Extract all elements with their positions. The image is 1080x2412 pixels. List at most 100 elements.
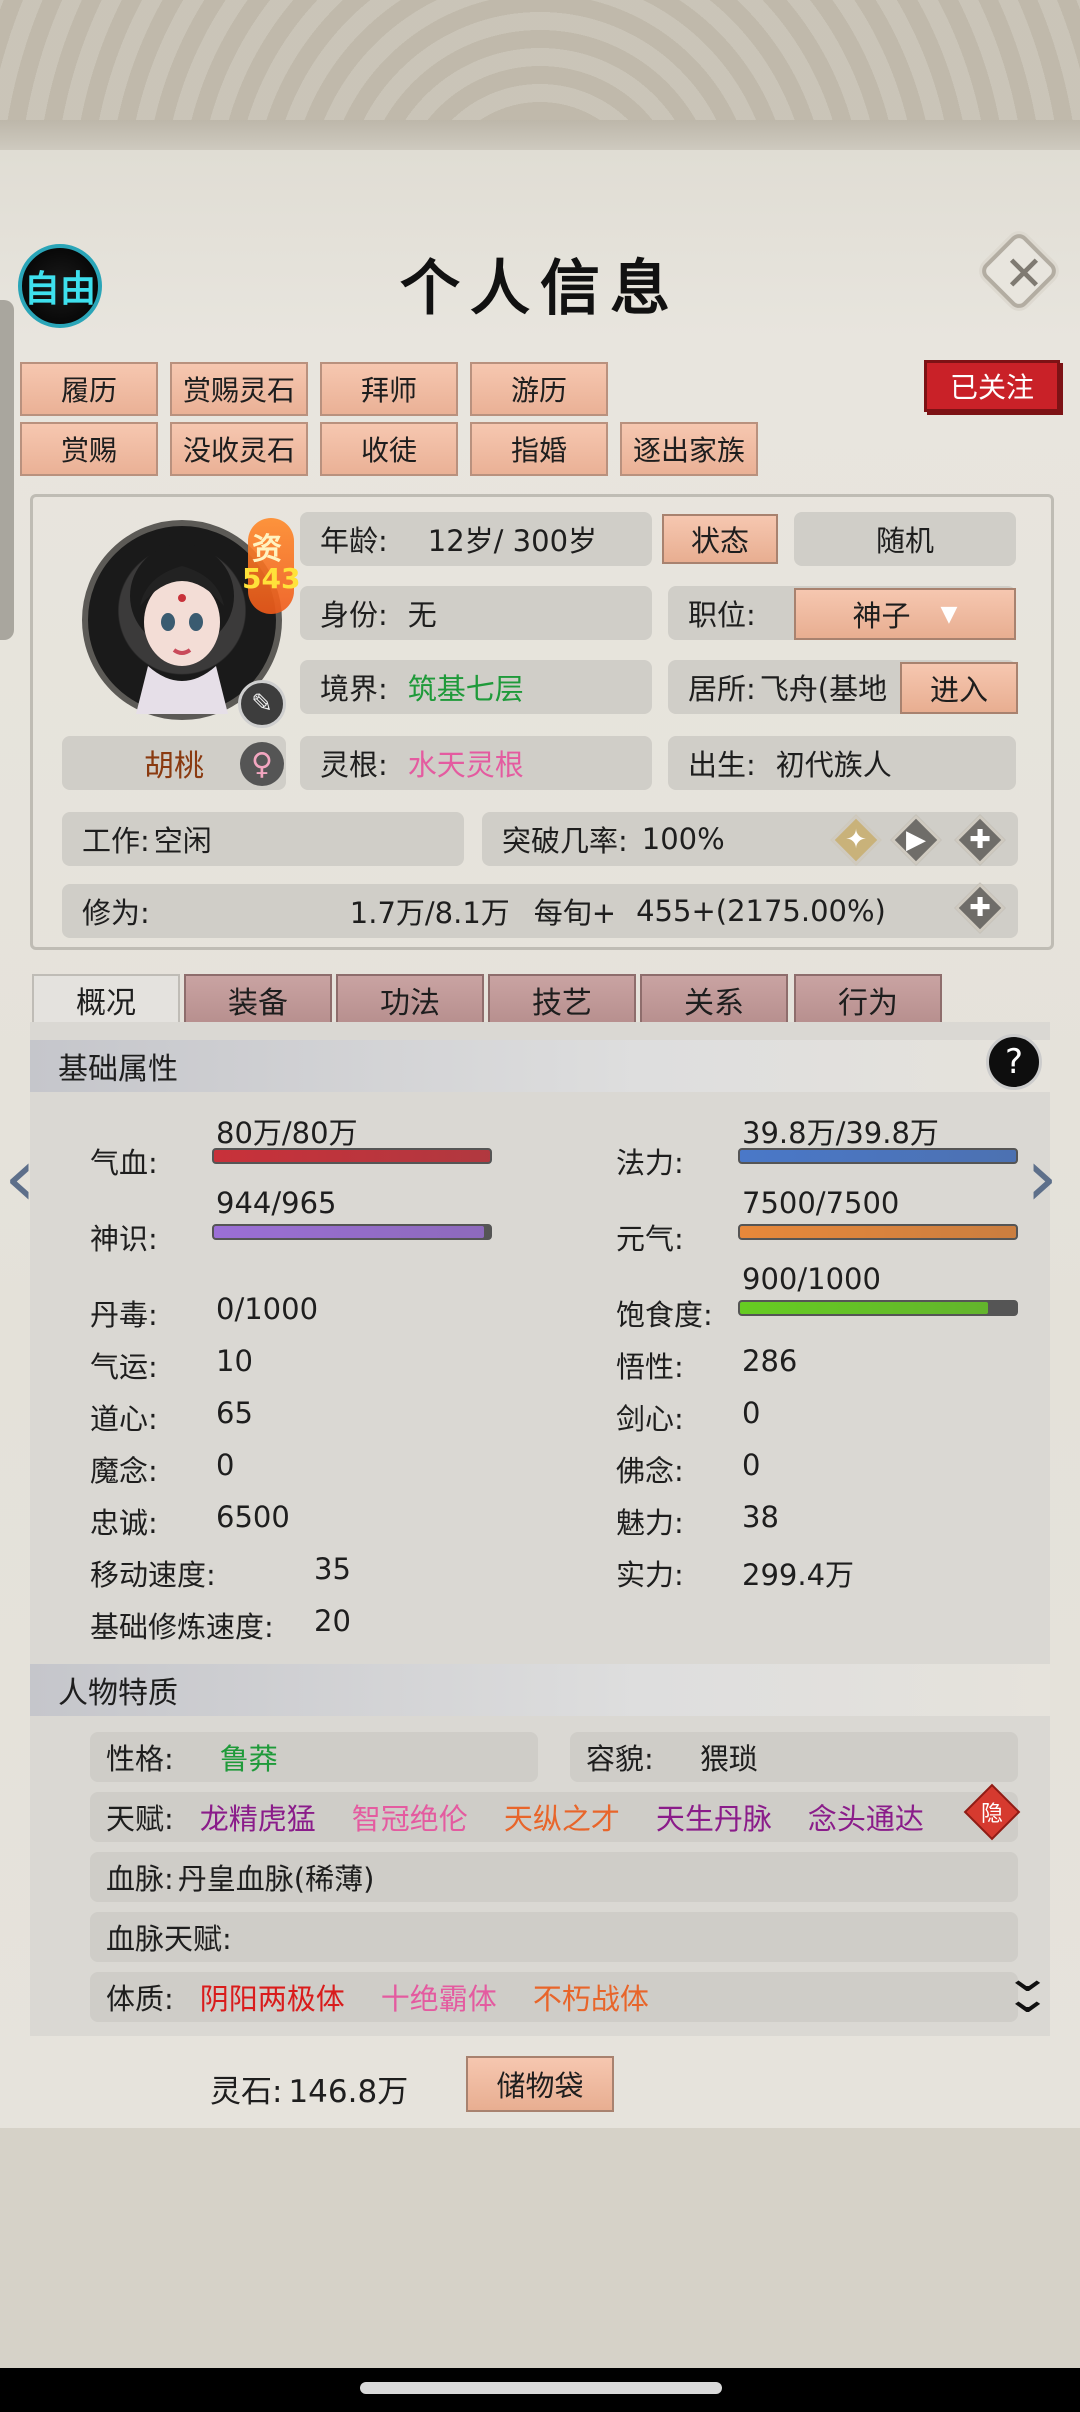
- talent-1[interactable]: 龙精虎猛: [200, 1796, 316, 1838]
- buddha-thought-value: 0: [742, 1448, 761, 1482]
- divine-sense-bar: [212, 1224, 492, 1240]
- tab-behavior[interactable]: 行为: [794, 974, 942, 1026]
- plus-icon[interactable]: ✚: [954, 814, 1006, 866]
- vitality-value: 7500/7500: [742, 1186, 900, 1220]
- mana-value: 39.8万/39.8万: [742, 1116, 939, 1150]
- take-master-button[interactable]: 拜师: [320, 362, 458, 416]
- identity-value: 无: [407, 598, 437, 632]
- physique-3[interactable]: 不朽战体: [533, 1976, 649, 2018]
- birth-field: 出生: 初代族人: [668, 736, 1016, 790]
- status-button[interactable]: 状态: [662, 514, 778, 564]
- reward-stones-button[interactable]: 赏赐灵石: [170, 362, 308, 416]
- physique-1[interactable]: 阴阳两极体: [200, 1976, 345, 2018]
- residence-value: 飞舟(基地: [759, 672, 888, 706]
- talent-5[interactable]: 念头通达: [808, 1796, 924, 1838]
- chevron-down-icon: ▼: [940, 601, 958, 627]
- work-label: 工作:: [82, 824, 150, 858]
- tab-equipment[interactable]: 装备: [184, 974, 332, 1026]
- previous-arrow-icon[interactable]: ‹: [4, 1138, 36, 1218]
- home-indicator[interactable]: [360, 2382, 722, 2394]
- appearance-label: 容貌:: [586, 1742, 654, 1776]
- per-round-value: 455+(2175.00%): [636, 894, 886, 928]
- residence-label: 居所:: [688, 672, 756, 706]
- bloodline-talent-row: 血脉天赋:: [90, 1912, 1018, 1962]
- age-value: 12岁/ 300岁: [427, 524, 598, 558]
- talent-2[interactable]: 智冠绝伦: [352, 1796, 468, 1838]
- personality-label: 性格:: [106, 1742, 174, 1776]
- physique-2[interactable]: 十绝霸体: [381, 1976, 497, 2018]
- comprehension-label: 悟性:: [616, 1350, 684, 1384]
- hide-label[interactable]: 隐: [972, 1792, 1012, 1832]
- vitality-bar-fill: [740, 1226, 1016, 1238]
- position-label: 职位:: [688, 598, 756, 632]
- hp-bar: [212, 1148, 492, 1164]
- help-icon[interactable]: ?: [986, 1034, 1042, 1090]
- bottom-background: [0, 2128, 1080, 2368]
- talent-4[interactable]: 天生丹脉: [656, 1796, 772, 1838]
- hp-value: 80万/80万: [216, 1116, 358, 1150]
- loyalty-label: 忠诚:: [90, 1506, 158, 1540]
- female-icon: ♀: [240, 742, 284, 786]
- aptitude-value: 543: [242, 562, 301, 595]
- appearance-row: 容貌: 猥琐: [570, 1732, 1018, 1782]
- vitality-bar: [738, 1224, 1018, 1240]
- loyalty-value: 6500: [216, 1500, 290, 1534]
- pill-toxin-label: 丹毒:: [90, 1298, 158, 1332]
- close-icon[interactable]: ✕: [995, 245, 1053, 303]
- bloodline-talent-label: 血脉天赋:: [106, 1922, 232, 1956]
- bloodline-value[interactable]: 丹皇血脉(稀薄): [178, 1856, 375, 1898]
- enter-button[interactable]: 进入: [900, 662, 1018, 714]
- next-arrow-icon[interactable]: ›: [1026, 1138, 1058, 1218]
- reward-button[interactable]: 赏赐: [20, 422, 158, 476]
- cultivation-field: 修为: 1.7万/8.1万 每旬+ 455+(2175.00%): [62, 884, 1018, 938]
- personality-value: 鲁莽: [219, 1742, 278, 1776]
- position-dropdown[interactable]: 神子 ▼: [794, 588, 1016, 640]
- spirit-root-label: 灵根:: [320, 748, 388, 782]
- breakthrough-value: 100%: [641, 822, 725, 856]
- talent-3[interactable]: 天纵之才: [504, 1796, 620, 1838]
- hp-label: 气血:: [90, 1146, 158, 1180]
- appearance-value: 猥琐: [699, 1742, 758, 1776]
- tab-relations[interactable]: 关系: [640, 974, 788, 1026]
- cultivation-label: 修为:: [82, 896, 150, 930]
- demon-thought-value: 0: [216, 1448, 235, 1482]
- confiscate-stones-button[interactable]: 没收灵石: [170, 422, 308, 476]
- free-mode-badge[interactable]: 自由: [18, 244, 102, 328]
- tab-overview[interactable]: 概况: [32, 974, 180, 1026]
- play-icon[interactable]: ▶: [890, 814, 942, 866]
- satiety-bar-fill: [740, 1302, 989, 1314]
- mana-bar-fill: [740, 1150, 1016, 1162]
- storage-bag-button[interactable]: 储物袋: [466, 2056, 614, 2112]
- resume-button[interactable]: 履历: [20, 362, 158, 416]
- edit-pen-icon[interactable]: ✎: [238, 680, 286, 728]
- birth-value: 初代族人: [775, 748, 892, 782]
- charm-label: 魅力:: [616, 1506, 684, 1540]
- pill-toxin-value: 0/1000: [216, 1292, 319, 1326]
- per-round-label: 每旬+: [533, 896, 617, 930]
- dao-heart-value: 65: [216, 1396, 253, 1430]
- buddha-thought-label: 佛念:: [616, 1454, 684, 1488]
- travel-button[interactable]: 游历: [470, 362, 608, 416]
- cultivation-plus-icon[interactable]: ✚: [954, 882, 1006, 934]
- move-speed-label: 移动速度:: [90, 1558, 216, 1592]
- breakthrough-label: 突破几率:: [502, 824, 628, 858]
- tab-skills[interactable]: 技艺: [488, 974, 636, 1026]
- expand-down-icon[interactable]: ⌄ ⌄: [1003, 1956, 1052, 2019]
- take-disciple-button[interactable]: 收徒: [320, 422, 458, 476]
- divine-sense-value: 944/965: [216, 1186, 337, 1220]
- followed-button[interactable]: 已关注: [924, 360, 1060, 412]
- expel-button[interactable]: 逐出家族: [620, 422, 758, 476]
- page-title: 个人信息: [400, 254, 680, 324]
- breakthrough-icon[interactable]: ✦: [830, 814, 882, 866]
- bloodline-row: 血脉: 丹皇血脉(稀薄): [90, 1852, 1018, 1902]
- age-label: 年龄:: [320, 524, 388, 558]
- mana-bar: [738, 1148, 1018, 1164]
- traits-header: 人物特质: [30, 1664, 1050, 1716]
- sword-heart-value: 0: [742, 1396, 761, 1430]
- age-field: 年龄: 12岁/ 300岁: [300, 512, 652, 566]
- work-value: 空闲: [153, 824, 212, 858]
- arrange-marriage-button[interactable]: 指婚: [470, 422, 608, 476]
- random-button[interactable]: 随机: [794, 512, 1016, 566]
- side-handle[interactable]: [0, 300, 14, 640]
- tab-techniques[interactable]: 功法: [336, 974, 484, 1026]
